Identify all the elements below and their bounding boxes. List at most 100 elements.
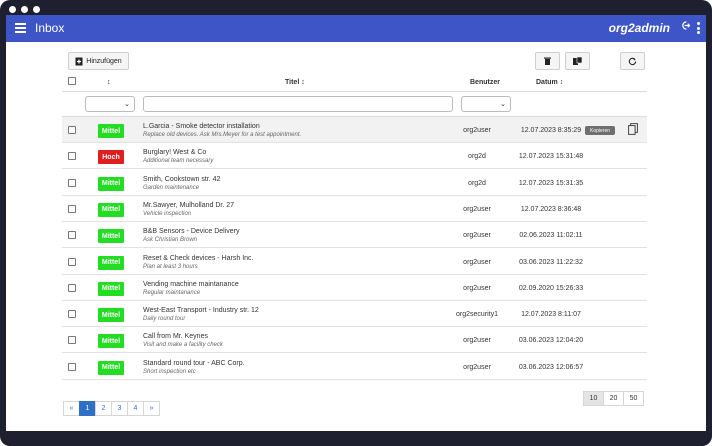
more-vert-icon[interactable]	[697, 22, 700, 36]
row-checkbox[interactable]	[68, 178, 76, 187]
page-size-selector: 10 20 50	[583, 391, 644, 406]
app-window: Inbox org2admin Hinzufügen ↕ Titel ↕ Ben…	[6, 15, 706, 431]
table-row[interactable]: Hoch Burglary! West & Co Additional team n…	[62, 143, 647, 170]
table-row[interactable]: Mittel Mr.Sawyer, Mulholland Dr. 27 Vehicl…	[62, 196, 647, 222]
priority-badge: Mittel	[98, 281, 124, 296]
row-title: Burglary! West & Co	[143, 149, 207, 157]
table-row[interactable]: Mittel B&B Sensors - Device Delivery Ask C…	[62, 222, 647, 249]
window-dots	[9, 6, 40, 13]
row-checkbox[interactable]	[68, 257, 76, 266]
priority-filter-select[interactable]: ⌄	[85, 96, 135, 112]
pagination-next[interactable]: »	[143, 401, 160, 416]
row-subtitle: Ask Christian Brown	[143, 237, 198, 244]
user-filter-select[interactable]: ⌄	[461, 96, 511, 112]
row-title: West-East Transport - Industry str. 12	[143, 307, 259, 315]
row-subtitle: Short inspection etc	[143, 368, 196, 375]
title-column-header[interactable]: Titel ↕	[285, 79, 305, 86]
row-date: 12.07.2023 15:31:35	[518, 179, 584, 187]
header-divider	[62, 91, 647, 92]
refresh-icon	[628, 57, 637, 65]
row-checkbox[interactable]	[68, 336, 76, 345]
dot-icon	[9, 6, 16, 13]
row-user: org2user	[463, 232, 491, 240]
table-row[interactable]: Mittel Vending machine maintanance Regular…	[62, 275, 647, 301]
table-row[interactable]: Mittel L.Garcia - Smoke detector installa…	[62, 117, 647, 143]
table-row[interactable]: Mittel Standard round tour - ABC Corp. Sho…	[62, 354, 647, 380]
row-checkbox[interactable]	[68, 152, 76, 161]
add-document-icon	[75, 57, 83, 65]
page-size-50[interactable]: 50	[623, 391, 644, 406]
row-title: Mr.Sawyer, Mulholland Dr. 27	[143, 201, 235, 209]
refresh-button[interactable]	[620, 52, 645, 70]
row-subtitle: Plan at least 3 hours	[143, 263, 198, 270]
row-title: Call from Mr. Keynes	[143, 333, 208, 341]
priority-badge: Mittel	[98, 124, 124, 138]
row-title: B&B Sensors - Device Delivery	[143, 228, 240, 236]
row-user: org2user	[463, 337, 491, 345]
row-subtitle: Replace old devices. Ask Mrs.Meyer for a…	[143, 132, 302, 138]
delete-button[interactable]	[535, 52, 560, 70]
pagination-page-2[interactable]: 2	[95, 401, 112, 416]
row-date: 03.06.2023 11:22:32	[519, 258, 583, 266]
row-date: 12.07.2023 8:36:48	[520, 205, 582, 213]
add-button[interactable]: Hinzufügen	[68, 52, 129, 70]
pagination-page-1[interactable]: 1	[79, 401, 96, 416]
row-date: 12.07.2023 8:11:07	[521, 311, 581, 319]
row-checkbox[interactable]	[68, 231, 76, 240]
row-checkbox[interactable]	[68, 204, 76, 213]
hamburger-menu-icon[interactable]	[15, 23, 26, 33]
row-checkbox[interactable]	[68, 362, 76, 371]
table-row[interactable]: Mittel West-East Transport - Industry str…	[62, 301, 647, 328]
add-button-label: Hinzufügen	[86, 57, 122, 65]
row-user: org2security1	[455, 311, 499, 319]
priority-badge: Mittel	[98, 176, 124, 191]
current-user: org2admin	[608, 21, 670, 35]
row-title: L.Garcia - Smoke detector installation	[143, 123, 260, 130]
row-date: 03.06.2023 12:04:20	[518, 337, 584, 345]
row-date: 12.07.2023 15:31:48	[518, 153, 584, 161]
title-filter-input[interactable]	[143, 96, 453, 112]
page-size-10[interactable]: 10	[583, 391, 604, 406]
row-checkbox[interactable]	[68, 283, 76, 292]
duplicate-button[interactable]	[565, 52, 590, 70]
trash-icon	[544, 57, 551, 65]
user-column-header[interactable]: Benutzer	[470, 79, 500, 86]
pagination-page-3[interactable]: 3	[111, 401, 128, 416]
row-user: org2user	[463, 205, 491, 213]
pagination-page-4[interactable]: 4	[127, 401, 144, 416]
row-user: org2d	[468, 153, 486, 161]
row-title: Standard round tour - ABC Corp.	[143, 359, 245, 367]
row-checkbox[interactable]	[68, 126, 76, 134]
row-user: org2user	[463, 258, 491, 266]
page-size-20[interactable]: 20	[603, 391, 624, 406]
priority-badge: Mittel	[98, 334, 124, 349]
logout-icon[interactable]	[681, 21, 691, 33]
chevron-down-icon: ⌄	[124, 101, 130, 108]
copy-row-button[interactable]: Kopieren	[585, 126, 615, 135]
top-app-bar: Inbox org2admin	[6, 15, 706, 42]
row-date: 02.09.2020 15:26:33	[518, 284, 584, 292]
copy-icon[interactable]	[628, 123, 638, 135]
select-all-checkbox[interactable]	[68, 77, 76, 85]
priority-badge: Mittel	[98, 229, 124, 244]
row-subtitle: Additional team necessary	[143, 158, 214, 165]
row-date: 03.06.2023 12:06:57	[518, 363, 584, 371]
chevron-down-icon: ⌄	[500, 101, 506, 108]
priority-badge: Mittel	[98, 202, 124, 217]
type-sort-header[interactable]: ↕	[107, 79, 111, 86]
table-row[interactable]: Mittel Smith, Cookstown str. 42 Garden mai…	[62, 170, 647, 196]
date-column-header[interactable]: Datum ↕	[536, 79, 563, 86]
table-row[interactable]: Mittel Reset & Check devices - Harsh Inc.…	[62, 249, 647, 275]
dot-icon	[33, 6, 40, 13]
row-title: Smith, Cookstown str. 42	[143, 175, 221, 183]
row-user: org2user	[463, 363, 491, 371]
priority-badge: Mittel	[98, 360, 124, 375]
row-date: 02.06.2023 11:02:11	[519, 232, 583, 240]
row-subtitle: Garden maintenance	[143, 184, 200, 191]
row-user: org2d	[468, 179, 486, 187]
row-checkbox[interactable]	[68, 310, 76, 319]
priority-badge: Mittel	[98, 308, 124, 323]
table-row[interactable]: Mittel Call from Mr. Keynes Visit and make…	[62, 327, 647, 354]
priority-badge: Mittel	[98, 255, 124, 270]
pagination-prev[interactable]: «	[63, 401, 80, 416]
